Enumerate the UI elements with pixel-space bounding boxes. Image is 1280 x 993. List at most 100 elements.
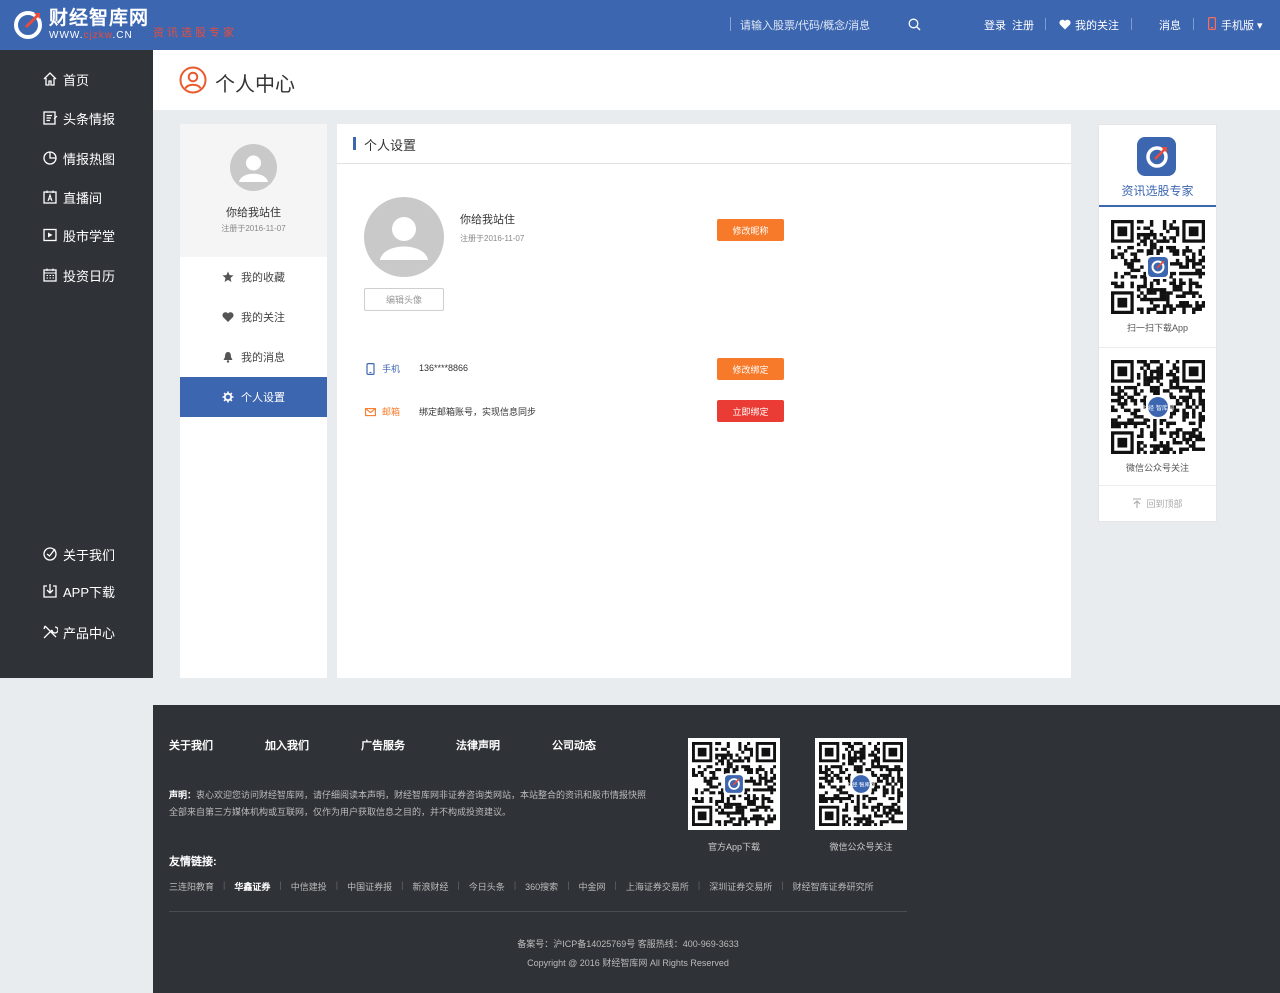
- user-icon: [179, 66, 207, 94]
- nav-divider: [1045, 18, 1046, 30]
- friend-link[interactable]: 今日头条: [460, 880, 514, 893]
- page-title: 个人中心: [215, 74, 295, 96]
- title-accent-bar: [353, 137, 356, 150]
- sidebar-item-label: 关于我们: [63, 547, 116, 563]
- menu-item-settings[interactable]: 个人设置: [180, 377, 327, 417]
- qr-code-app-download: [1111, 220, 1205, 314]
- sidebar-item-calendar[interactable]: 投资日历: [42, 265, 115, 285]
- profile-summary: 你给我站住 注册于2016-11-07: [180, 124, 327, 257]
- email-label: 邮箱: [365, 405, 400, 418]
- register-link[interactable]: 注册: [1012, 17, 1034, 33]
- heart-icon: [1059, 19, 1071, 30]
- sidebar-item-about[interactable]: 关于我们: [42, 544, 115, 564]
- menu-item-favorites[interactable]: 我的收藏: [180, 257, 327, 297]
- heart-icon: [222, 312, 234, 322]
- profile-name: 你给我站住: [226, 207, 281, 219]
- friend-link[interactable]: 深圳证券交易所: [700, 880, 781, 893]
- footer-link-legal[interactable]: 法律声明: [456, 737, 500, 753]
- footer-link-ads[interactable]: 广告服务: [361, 737, 405, 753]
- svg-text:财经 智库网: 财经 智库网: [1142, 404, 1174, 412]
- sidebar-item-app-download[interactable]: APP下载: [42, 581, 115, 601]
- edit-avatar-button[interactable]: 编辑头像: [364, 288, 444, 311]
- sidebar-item-label: 首页: [63, 72, 90, 88]
- back-to-top-button[interactable]: 回到顶部: [1099, 497, 1216, 510]
- footer-declaration: 声明：衷心欢迎您访问财经智库网，请仔细阅读本声明，财经智库网非证券咨询类网站，本…: [169, 787, 649, 821]
- profile-registered-date: 注册于2016-11-07: [221, 224, 286, 233]
- nav-divider: [1131, 18, 1132, 30]
- footer-qr-wechat-caption: 微信公众号关注: [829, 842, 893, 852]
- svg-text:财经 智库网: 财经 智库网: [847, 781, 876, 789]
- phone-value: 136****8866: [419, 363, 469, 373]
- news-icon: [43, 111, 58, 125]
- menu-item-messages[interactable]: 我的消息: [180, 337, 327, 377]
- menu-item-label: 个人设置: [241, 392, 285, 404]
- change-phone-binding-button[interactable]: 修改绑定: [717, 358, 784, 380]
- friend-link[interactable]: 中信建投: [282, 880, 336, 893]
- messages-link[interactable]: 消息: [1159, 17, 1181, 33]
- sidebar: 首页 头条情报 情报热图 直播间 股市学堂 投资日历 关于我们 APP下载 产品…: [0, 50, 153, 678]
- menu-item-label: 我的消息: [241, 352, 285, 364]
- friend-link[interactable]: 360搜索: [516, 880, 567, 893]
- friend-link[interactable]: 上海证券交易所: [617, 880, 698, 893]
- app-logo-icon[interactable]: [1137, 137, 1176, 176]
- search-icon[interactable]: [908, 18, 921, 31]
- qr-code-wechat: 财经 智库网: [1111, 360, 1205, 454]
- login-link[interactable]: 登录: [984, 17, 1006, 33]
- bind-email-button[interactable]: 立即绑定: [717, 400, 784, 422]
- gear-icon: [222, 391, 234, 403]
- sidebar-item-home[interactable]: 首页: [42, 69, 89, 89]
- search-input[interactable]: 请输入股票/代码/概念/消息: [740, 17, 870, 33]
- avatar[interactable]: [230, 144, 277, 191]
- live-icon: [43, 190, 57, 204]
- menu-item-follow[interactable]: 我的关注: [180, 297, 327, 337]
- logo-text[interactable]: 财经智库网: [49, 9, 149, 29]
- footer: 关于我们 加入我们 广告服务 法律声明 公司动态 声明：衷心欢迎您访问财经智库网…: [153, 705, 1280, 993]
- qr-code-app-download: [692, 742, 777, 827]
- about-icon: [43, 547, 57, 561]
- friend-link[interactable]: 三连阳教育: [169, 880, 223, 893]
- footer-link-join[interactable]: 加入我们: [265, 737, 309, 753]
- edit-nickname-button[interactable]: 修改昵称: [717, 219, 784, 241]
- sidebar-item-classroom[interactable]: 股市学堂: [42, 225, 115, 245]
- mobile-version-link[interactable]: 手机版 ▾: [1221, 17, 1263, 33]
- menu-item-label: 我的收藏: [241, 272, 285, 284]
- divider: [1099, 347, 1216, 348]
- friend-link[interactable]: 新浪财经: [403, 880, 457, 893]
- sidebar-item-news[interactable]: 头条情报: [42, 108, 115, 128]
- logo-url-suffix: .CN: [112, 30, 133, 41]
- footer-qr-app-caption: 官方App下载: [707, 842, 760, 852]
- declaration-label: 声明：: [169, 790, 197, 800]
- friend-link[interactable]: 财经智库证券研究所: [784, 880, 883, 893]
- icp-and-hotline: 备案号：沪ICP备14025769号 客服热线：400-969-3633: [517, 939, 739, 949]
- sidebar-item-live[interactable]: 直播间: [42, 187, 102, 207]
- back-to-top-label: 回到顶部: [1146, 499, 1183, 509]
- sidebar-item-label: 头条情报: [63, 111, 116, 127]
- logo-icon[interactable]: [12, 9, 44, 41]
- sidebar-item-products[interactable]: 产品中心: [42, 622, 115, 642]
- logo-url: WWW.cjzkw.CN: [49, 30, 133, 41]
- friend-link[interactable]: 中国证券报: [338, 880, 401, 893]
- slogan: 资讯选股专家: [153, 26, 237, 39]
- logo-icon: [1145, 145, 1168, 168]
- email-value: 绑定邮箱账号，实现信息同步: [419, 407, 537, 417]
- avatar[interactable]: [364, 197, 444, 277]
- classroom-icon: [43, 228, 57, 242]
- qr-caption-app: 扫一扫下载App: [1126, 323, 1188, 333]
- footer-link-about[interactable]: 关于我们: [169, 737, 213, 753]
- registered-date: 注册于2016-11-07: [460, 234, 525, 243]
- sidebar-item-label: 直播间: [63, 190, 103, 206]
- download-icon: [43, 584, 57, 598]
- friend-links: 三连阳教育 | 华鑫证券 | 中信建投 | 中国证券报 | 新浪财经 | 今日头条 | 360搜索 | 中金…: [169, 880, 883, 893]
- friend-link[interactable]: 华鑫证券: [225, 880, 279, 893]
- sidebar-item-heatmap[interactable]: 情报热图: [42, 148, 115, 168]
- sidebar-item-label: 投资日历: [63, 268, 116, 284]
- friend-link[interactable]: 中金网: [570, 880, 615, 893]
- calendar-icon: [43, 268, 57, 282]
- my-follow-link[interactable]: 我的关注: [1075, 17, 1119, 33]
- divider: [1099, 485, 1216, 486]
- sidebar-item-label: 情报热图: [63, 151, 116, 167]
- footer-link-news[interactable]: 公司动态: [552, 737, 596, 753]
- top-bar: 财经智库网 WWW.cjzkw.CN 资讯选股专家 请输入股票/代码/概念/消息…: [0, 0, 1280, 50]
- friend-links-title: 友情链接:: [169, 856, 217, 868]
- tools-icon: [43, 625, 58, 639]
